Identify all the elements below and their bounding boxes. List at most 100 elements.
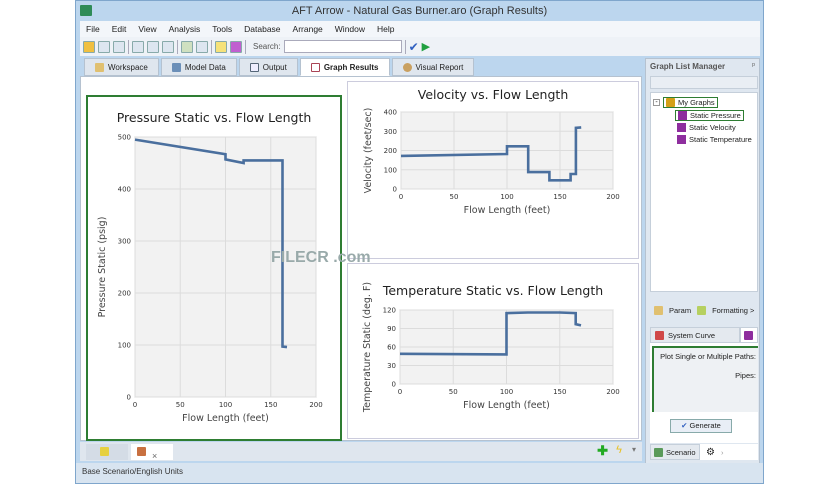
graph-icon (677, 123, 686, 132)
tree-item-label: Static Pressure (690, 111, 741, 120)
temperature-graph-panel[interactable]: 0 50 100 150 200 0 30 60 90 120 Temperature Static… (347, 263, 639, 439)
tree-root-label: My Graphs (678, 98, 715, 107)
velocity-graph-panel[interactable]: 0 50 100 150 200 0 100 200 300 400 Velocity vs. Fl… (347, 81, 639, 259)
doc-tab-graph[interactable]: × (131, 444, 173, 461)
formatting-icon (697, 305, 707, 315)
separator (404, 39, 406, 54)
tree-item-static-pressure[interactable]: Static Pressure (675, 110, 744, 121)
x-tick-label: 200 (309, 401, 322, 409)
y-tick-label: 300 (118, 238, 131, 246)
watermark: FILECR .com (271, 249, 371, 266)
link-icon[interactable] (196, 40, 208, 53)
glm-toolbar (650, 76, 758, 89)
layout-columns-icon[interactable] (147, 40, 159, 53)
pressure-graph-panel[interactable]: 0 50 100 150 200 0 100 200 300 400 500 Pressure Sta… (86, 95, 342, 441)
chart-title: Velocity vs. Flow Length (418, 87, 569, 102)
tab-output[interactable]: Output (238, 58, 298, 76)
generate-button[interactable]: ✔ Generate (670, 419, 732, 433)
flask-icon[interactable] (230, 40, 242, 53)
menu-bar: File Edit View Analysis Tools Database A… (80, 21, 760, 37)
menu-arrange[interactable]: Arrange (293, 21, 323, 37)
tab-visual-report[interactable]: Visual Report (391, 58, 475, 76)
menu-help[interactable]: Help (377, 21, 394, 37)
check-icon[interactable]: ✔ (409, 40, 419, 54)
y-tick-label: 300 (384, 128, 397, 136)
check-icon: ✔ (681, 421, 688, 430)
y-tick-label: 200 (118, 290, 131, 298)
y-axis-label: Pressure Static (psig) (97, 217, 108, 318)
toolbar: Search: ✔ ▶ (80, 37, 760, 56)
menu-window[interactable]: Window (335, 21, 365, 37)
system-curve-tab[interactable]: System Curve (650, 327, 740, 343)
tree-item-static-temperature[interactable]: Static Temperature (677, 135, 752, 144)
layout-single-icon[interactable] (132, 40, 144, 53)
lightning-icon[interactable]: ϟ (616, 444, 622, 456)
separator (177, 39, 178, 54)
gear-icon[interactable]: ⚙ (706, 447, 715, 458)
y-tick-label: 100 (384, 166, 397, 174)
menu-view[interactable]: View (138, 21, 156, 37)
menu-analysis[interactable]: Analysis (169, 21, 201, 37)
y-tick-label: 0 (393, 186, 397, 194)
param-icon (654, 305, 663, 315)
separator (211, 39, 212, 54)
tab-graph-results[interactable]: Graph Results (299, 58, 390, 76)
y-tick-label: 100 (118, 342, 131, 350)
scenario-icon (654, 447, 663, 457)
glm-title: Graph List Manager (650, 62, 726, 71)
run-icon[interactable]: ▶ (422, 40, 430, 53)
chevron-right-icon[interactable]: › (721, 448, 724, 457)
tree-item-label: Static Velocity (689, 123, 736, 132)
note-icon[interactable] (215, 40, 227, 53)
grid-icon (249, 62, 259, 72)
collapse-icon[interactable]: - (653, 99, 660, 106)
menu-edit[interactable]: Edit (112, 21, 127, 37)
y-tick-label: 0 (127, 394, 131, 402)
save-icon[interactable] (98, 40, 110, 53)
open-icon[interactable] (83, 40, 95, 53)
y-axis-label: Velocity (feet/sec) (363, 108, 374, 194)
app-icon (80, 5, 92, 16)
x-axis-label: Flow Length (feet) (464, 205, 551, 216)
tab-workspace[interactable]: Workspace (84, 58, 159, 76)
x-tick-label: 0 (133, 401, 137, 409)
tab-label: Output (262, 62, 287, 72)
add-icon[interactable]: ✚ (597, 443, 608, 459)
search-input[interactable] (283, 40, 402, 53)
y-tick-label: 60 (387, 344, 396, 352)
menu-database[interactable]: Database (244, 21, 280, 37)
x-tick-label: 150 (553, 193, 566, 201)
network-icon[interactable] (181, 40, 193, 53)
y-tick-label: 200 (384, 147, 397, 155)
graph-icon (678, 111, 687, 120)
tree-root[interactable]: - My Graphs (653, 97, 718, 108)
param-tab[interactable]: Param (669, 306, 691, 315)
print-icon[interactable] (113, 40, 125, 53)
tab-model-data[interactable]: Model Data (160, 58, 237, 76)
x-tick-label: 50 (176, 401, 185, 409)
pin-icon[interactable]: ᵖ (752, 61, 755, 70)
separator (245, 39, 246, 54)
graph-tab[interactable] (740, 327, 758, 343)
chart-title: Temperature Static vs. Flow Length (382, 283, 603, 298)
scenario-tab[interactable]: Scenario (650, 444, 700, 460)
doc-tab-workspace[interactable] (86, 444, 128, 460)
tab-label: Graph Results (323, 62, 379, 72)
dropdown-icon[interactable]: ▾ (632, 445, 636, 454)
formatting-tab[interactable]: Formatting > (712, 306, 754, 315)
tree-item-static-velocity[interactable]: Static Velocity (677, 123, 736, 132)
close-icon[interactable]: × (152, 451, 157, 461)
tab-label: Visual Report (415, 62, 464, 72)
table-icon (171, 62, 181, 72)
menu-tools[interactable]: Tools (212, 21, 232, 37)
tab-label: Workspace (108, 62, 148, 72)
layout-rows-icon[interactable] (162, 40, 174, 53)
workspace-icon (100, 447, 109, 456)
menu-file[interactable]: File (86, 21, 100, 37)
graph-tree: - My Graphs Static Pressure Static Veloci… (650, 92, 758, 292)
graph-list-manager: Graph List Manager ᵖ - My Graphs Static P… (645, 58, 760, 483)
x-tick-label: 100 (500, 388, 513, 396)
tab-label: System Curve (668, 330, 716, 340)
folder-icon (666, 98, 675, 107)
document-tabs: × ✚ ϟ ▾ (80, 442, 642, 461)
